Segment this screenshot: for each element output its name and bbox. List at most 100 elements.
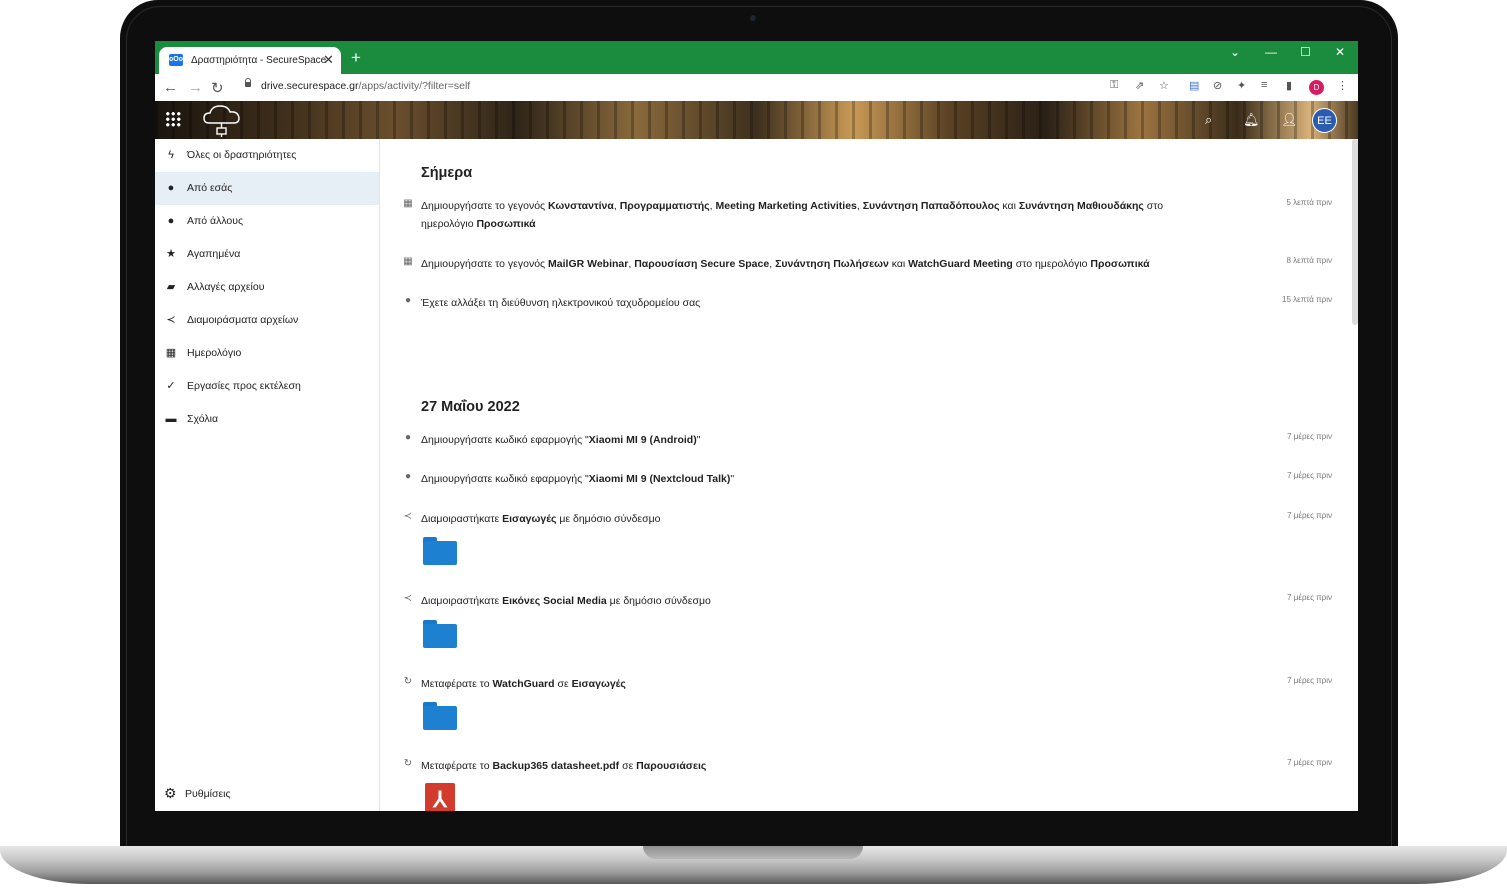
minimize-icon[interactable]: — bbox=[1265, 45, 1277, 59]
maximize-icon[interactable]: ☐ bbox=[1300, 45, 1311, 59]
activity-item: ● Έχετε αλλάξει τη διεύθυνση ηλεκτρονικο… bbox=[402, 294, 1332, 312]
back-icon[interactable]: ← bbox=[163, 79, 178, 96]
tab-title: Δραστηριότητα - SecureSpace bbox=[191, 55, 327, 66]
calendar-icon: ▦ bbox=[165, 347, 177, 359]
activity-text: Έχετε αλλάξει τη διεύθυνση ηλεκτρονικού … bbox=[421, 297, 701, 309]
notifications-bell-icon[interactable]: 🔔︎ bbox=[1243, 112, 1260, 128]
activity-item: ≺ Διαμοιραστήκατε Εισαγωγές με δημόσιο σ… bbox=[402, 510, 1332, 528]
pdf-file-icon[interactable]: ⅄ bbox=[425, 783, 455, 811]
lock-icon bbox=[245, 78, 251, 87]
gear-icon: ⚙ bbox=[164, 785, 177, 801]
folder-preview-icon[interactable] bbox=[423, 702, 457, 730]
sidebar-item-by-you[interactable]: ● Από εσάς bbox=[155, 172, 379, 205]
sidebar-item-file-changes[interactable]: ▰ Αλλαγές αρχείου bbox=[155, 271, 379, 304]
calendar-icon: ▦ bbox=[403, 256, 413, 267]
side-panel-icon[interactable]: ▮ bbox=[1286, 79, 1292, 92]
sidebar-item-calendar[interactable]: ▦ Ημερολόγιο bbox=[155, 337, 379, 370]
activity-stream: Σήμερα ▦ Δημιουργήσατε το γεγονός Κωνστα… bbox=[380, 139, 1358, 811]
activity-time: 7 μέρες πριν bbox=[1287, 758, 1332, 767]
sidebar-item-all-activities[interactable]: ϟ Όλες οι δραστηριότητες bbox=[155, 139, 379, 172]
profile-avatar[interactable]: D bbox=[1309, 80, 1324, 95]
activity-item: ● Δημιουργήσατε κωδικό εφαρμογής "Xiaomi… bbox=[402, 431, 1332, 449]
activity-text: Δημιουργήσατε το γεγονός Κωνσταντίνα, Πρ… bbox=[421, 200, 1164, 230]
check-icon: ✓ bbox=[166, 380, 176, 392]
media-control-icon[interactable]: ≡ bbox=[1261, 79, 1267, 91]
activity-time: 8 λεπτά πριν bbox=[1286, 256, 1333, 265]
window-close-icon[interactable]: ✕ bbox=[1335, 45, 1345, 59]
sidebar-item-by-others[interactable]: ● Από άλλους bbox=[155, 205, 379, 238]
user-icon: ● bbox=[167, 182, 175, 194]
share-page-icon[interactable]: ⇗ bbox=[1135, 79, 1144, 92]
sidebar-item-file-shares[interactable]: ≺ Διαμοιράσματα αρχείων bbox=[155, 304, 379, 337]
sidebar-item-label: Από εσάς bbox=[187, 182, 233, 194]
laptop-notch bbox=[643, 846, 863, 859]
scrollbar[interactable] bbox=[1352, 139, 1358, 325]
sidebar-item-label: Αλλαγές αρχείου bbox=[187, 281, 265, 293]
user-avatar[interactable]: ΕΕ bbox=[1312, 108, 1337, 133]
tab-search-icon[interactable]: ⌄ bbox=[1230, 45, 1240, 59]
settings-button[interactable]: ⚙ Ρυθμίσεις bbox=[155, 783, 379, 807]
activity-text: Μεταφέρατε το Backup365 datasheet.pdf σε… bbox=[421, 760, 707, 772]
sidebar-item-label: Όλες οι δραστηριότητες bbox=[187, 149, 297, 161]
activity-text: Δημιουργήσατε κωδικό εφαρμογής "Xiaomi M… bbox=[421, 434, 701, 446]
extension-icon[interactable]: ▤ bbox=[1189, 79, 1199, 92]
sidebar-item-label: Αγαπημένα bbox=[187, 248, 241, 260]
sidebar-item-comments[interactable]: ▬ Σχόλια bbox=[155, 403, 379, 436]
activity-time: 5 λεπτά πριν bbox=[1286, 198, 1333, 207]
folder-preview-icon[interactable] bbox=[423, 620, 457, 648]
activity-time: 15 λεπτά πριν bbox=[1282, 295, 1332, 304]
more-menu-icon[interactable]: ⋮ bbox=[1337, 79, 1348, 92]
user-icon: ● bbox=[404, 295, 412, 306]
share-icon: ≺ bbox=[166, 314, 176, 326]
star-icon: ★ bbox=[166, 248, 176, 260]
sidebar-item-favorites[interactable]: ★ Αγαπημένα bbox=[155, 238, 379, 271]
activity-time: 7 μέρες πριν bbox=[1287, 593, 1332, 602]
key-icon[interactable]: ⚿ bbox=[1110, 79, 1118, 92]
user-icon: ● bbox=[404, 432, 412, 443]
bookmark-star-icon[interactable]: ☆ bbox=[1159, 79, 1169, 92]
move-icon: ↻ bbox=[403, 676, 413, 687]
activity-text: Δημιουργήσατε κωδικό εφαρμογής "Xiaomi M… bbox=[421, 473, 735, 485]
activity-time: 7 μέρες πριν bbox=[1287, 676, 1332, 685]
activity-sidebar: ϟ Όλες οι δραστηριότητες ● Από εσάς ● Απ… bbox=[155, 139, 380, 811]
activity-item: ≺ Διαμοιραστήκατε Εικόνες Social Media μ… bbox=[402, 592, 1332, 610]
securespace-logo[interactable] bbox=[201, 103, 243, 139]
folder-icon: ▰ bbox=[166, 281, 176, 293]
sidebar-item-label: Από άλλους bbox=[187, 215, 244, 227]
activity-item: ● Δημιουργήσατε κωδικό εφαρμογής "Xiaomi… bbox=[402, 470, 1332, 488]
user-icon: ● bbox=[404, 471, 412, 482]
sidebar-item-tasks[interactable]: ✓ Εργασίες προς εκτέλεση bbox=[155, 370, 379, 403]
close-tab-icon[interactable]: ✕ bbox=[323, 52, 334, 68]
day-heading-today: Σήμερα bbox=[421, 165, 473, 181]
activity-time: 7 μέρες πριν bbox=[1287, 511, 1332, 520]
activity-item: ↻ Μεταφέρατε το Backup365 datasheet.pdf … bbox=[402, 757, 1332, 775]
app-header: ⌕ 🔔︎ 👤︎ ΕΕ bbox=[155, 101, 1358, 139]
share-icon: ≺ bbox=[403, 511, 413, 522]
activity-text: Μεταφέρατε το WatchGuard σε Εισαγωγές bbox=[421, 678, 626, 690]
search-icon[interactable]: ⌕ bbox=[1205, 112, 1212, 128]
comment-icon: ▬ bbox=[165, 413, 177, 425]
activity-text: Διαμοιραστήκατε Εισαγωγές με δημόσιο σύν… bbox=[421, 513, 661, 525]
activity-item: ↻ Μεταφέρατε το WatchGuard σε Εισαγωγές … bbox=[402, 675, 1332, 693]
sidebar-item-label: Διαμοιράσματα αρχείων bbox=[187, 314, 299, 326]
activity-text: Διαμοιραστήκατε Εικόνες Social Media με … bbox=[421, 595, 711, 607]
browser-tab-bar: oOo Δραστηριότητα - SecureSpace ✕ + ⌄ — … bbox=[155, 41, 1358, 74]
activity-time: 7 μέρες πριν bbox=[1287, 471, 1332, 480]
day-heading-date: 27 Μαΐου 2022 bbox=[421, 399, 520, 415]
reload-icon[interactable]: ↻ bbox=[211, 79, 224, 97]
browser-toolbar: ← → ↻ drive.securespace.gr/apps/activity… bbox=[155, 74, 1358, 102]
folder-preview-icon[interactable] bbox=[423, 537, 457, 565]
url-text: drive.securespace.gr/apps/activity/?filt… bbox=[261, 80, 471, 92]
activity-item: ▦ Δημιουργήσατε το γεγονός Κωνσταντίνα, … bbox=[402, 197, 1332, 233]
app-menu-grid-icon[interactable] bbox=[165, 111, 181, 127]
sidebar-item-label: Εργασίες προς εκτέλεση bbox=[187, 380, 301, 392]
forward-icon[interactable]: → bbox=[188, 79, 203, 96]
puzzle-extensions-icon[interactable]: ✦ bbox=[1237, 79, 1246, 92]
contacts-icon[interactable]: 👤︎ bbox=[1281, 112, 1298, 128]
lightning-icon: ϟ bbox=[168, 149, 174, 161]
settings-label: Ρυθμίσεις bbox=[185, 788, 231, 800]
new-tab-button[interactable]: + bbox=[351, 49, 361, 66]
compass-extension-icon[interactable]: ⊘ bbox=[1213, 79, 1222, 92]
browser-tab[interactable]: oOo Δραστηριότητα - SecureSpace ✕ bbox=[159, 47, 341, 74]
sidebar-item-label: Ημερολόγιο bbox=[187, 347, 242, 359]
